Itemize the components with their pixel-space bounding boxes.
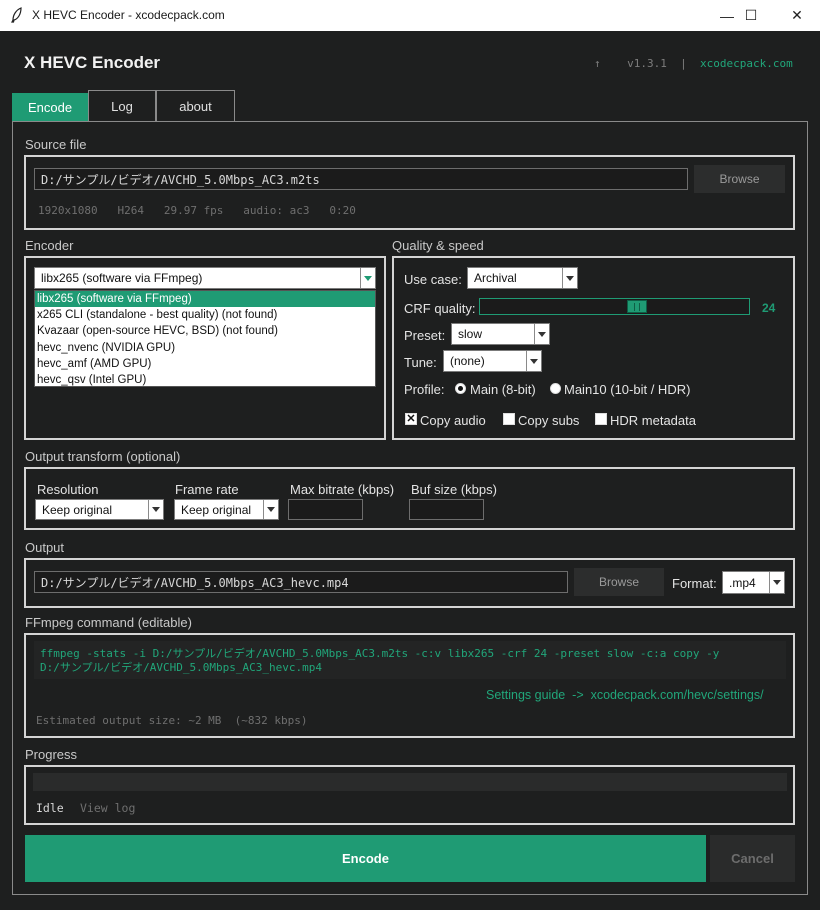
profile-main10-label[interactable]: Main10 (10-bit / HDR) bbox=[564, 382, 690, 397]
window-title-bar[interactable]: X HEVC Encoder - xcodecpack.com — ☐ ✕ bbox=[0, 0, 820, 31]
chevron-down-icon[interactable] bbox=[263, 500, 278, 519]
chevron-down-icon[interactable] bbox=[769, 572, 784, 593]
command-line-2: D:/サンプル/ビデオ/AVCHD_5.0Mbps_AC3_hevc.mp4 bbox=[40, 661, 322, 674]
version-label: v1.3.1 bbox=[627, 57, 667, 70]
chevron-down-icon[interactable] bbox=[562, 268, 577, 288]
profile-main-label[interactable]: Main (8-bit) bbox=[470, 382, 536, 397]
progress-bar bbox=[33, 773, 787, 791]
progress-status: Idle bbox=[36, 801, 64, 815]
update-arrow-icon[interactable]: ↑ bbox=[594, 57, 601, 70]
command-textarea[interactable]: ffmpeg -stats -i D:/サンプル/ビデオ/AVCHD_5.0Mb… bbox=[34, 641, 786, 679]
chevron-down-icon[interactable] bbox=[534, 324, 549, 344]
encoder-dropdown-list[interactable]: libx265 (software via FFmpeg) x265 CLI (… bbox=[34, 290, 376, 387]
version-bar: ↑ v1.3.1 | xcodecpack.com bbox=[594, 57, 793, 70]
use-case-label: Use case: bbox=[404, 272, 462, 287]
max-bitrate-label: Max bitrate (kbps) bbox=[290, 482, 395, 497]
view-log-link[interactable]: View log bbox=[80, 801, 135, 815]
tab-log[interactable]: Log bbox=[88, 90, 156, 121]
preset-value: slow bbox=[458, 327, 483, 341]
tune-select[interactable]: (none) bbox=[443, 350, 542, 372]
copy-subs-label[interactable]: Copy subs bbox=[518, 413, 579, 428]
crf-slider[interactable] bbox=[479, 298, 750, 315]
encoder-option[interactable]: libx265 (software via FFmpeg) bbox=[35, 291, 375, 308]
crf-value: 24 bbox=[762, 301, 776, 315]
progress-label: Progress bbox=[25, 747, 78, 762]
encoder-label: Encoder bbox=[25, 238, 74, 253]
maximize-button[interactable]: ☐ bbox=[728, 0, 774, 31]
chevron-down-icon[interactable] bbox=[526, 351, 541, 371]
hdr-metadata-label[interactable]: HDR metadata bbox=[610, 413, 696, 428]
crf-label: CRF quality: bbox=[404, 301, 476, 316]
output-label: Output bbox=[25, 540, 65, 555]
settings-guide-link[interactable]: Settings guide -> xcodecpack.com/hevc/se… bbox=[486, 688, 764, 702]
command-line-1: ffmpeg -stats -i D:/サンプル/ビデオ/AVCHD_5.0Mb… bbox=[40, 647, 720, 660]
buf-size-label: Buf size (kbps) bbox=[411, 482, 497, 497]
preset-label: Preset: bbox=[404, 328, 446, 343]
encoder-option[interactable]: Kvazaar (open-source HEVC, BSD) (not fou… bbox=[35, 323, 375, 339]
source-path-input[interactable]: D:/サンプル/ビデオ/AVCHD_5.0Mbps_AC3.m2ts bbox=[34, 168, 688, 190]
separator: | bbox=[680, 57, 687, 70]
use-case-value: Archival bbox=[474, 271, 517, 285]
site-link[interactable]: xcodecpack.com bbox=[700, 57, 793, 70]
command-label: FFmpeg command (editable) bbox=[25, 615, 192, 630]
window-title: X HEVC Encoder - xcodecpack.com bbox=[32, 8, 225, 22]
preset-select[interactable]: slow bbox=[451, 323, 550, 345]
app-title: X HEVC Encoder bbox=[24, 53, 161, 72]
profile-main-radio[interactable] bbox=[455, 383, 466, 394]
source-info: 1920x1080 H264 29.97 fps audio: ac3 0:20 bbox=[38, 204, 356, 217]
source-browse-button[interactable]: Browse bbox=[694, 165, 785, 193]
transform-label: Output transform (optional) bbox=[25, 449, 181, 464]
tab-about[interactable]: about bbox=[156, 90, 235, 121]
max-bitrate-input[interactable] bbox=[288, 499, 363, 520]
tune-value: (none) bbox=[450, 354, 485, 368]
source-file-group bbox=[24, 155, 795, 230]
estimated-size: Estimated output size: ~2 MB (~832 kbps) bbox=[36, 714, 308, 727]
format-select[interactable]: .mp4 bbox=[722, 571, 785, 594]
copy-audio-checkbox[interactable]: ✕ bbox=[405, 413, 417, 425]
framerate-select[interactable]: Keep original bbox=[174, 499, 279, 520]
encoder-selected: libx265 (software via FFmpeg) bbox=[41, 271, 203, 285]
profile-main10-radio[interactable] bbox=[550, 383, 561, 394]
encoder-option[interactable]: hevc_nvenc (NVIDIA GPU) bbox=[35, 340, 375, 356]
hdr-metadata-checkbox[interactable] bbox=[595, 413, 607, 425]
encode-button[interactable]: Encode bbox=[25, 835, 706, 882]
chevron-down-icon[interactable] bbox=[148, 500, 163, 519]
output-path-input[interactable]: D:/サンプル/ビデオ/AVCHD_5.0Mbps_AC3_hevc.mp4 bbox=[34, 571, 568, 593]
encoder-option[interactable]: x265 CLI (standalone - best quality) (no… bbox=[35, 307, 375, 323]
output-browse-button[interactable]: Browse bbox=[574, 568, 664, 596]
feather-icon bbox=[11, 7, 22, 23]
cancel-button[interactable]: Cancel bbox=[710, 835, 795, 882]
quality-label: Quality & speed bbox=[392, 238, 484, 253]
resolution-value: Keep original bbox=[42, 502, 113, 517]
source-file-label: Source file bbox=[25, 137, 87, 152]
format-label: Format: bbox=[672, 576, 717, 591]
encoder-option[interactable]: hevc_qsv (Intel GPU) bbox=[35, 372, 375, 388]
copy-subs-checkbox[interactable] bbox=[503, 413, 515, 425]
close-button[interactable]: ✕ bbox=[774, 0, 820, 31]
framerate-value: Keep original bbox=[181, 502, 252, 517]
copy-audio-label[interactable]: Copy audio bbox=[420, 413, 486, 428]
tab-encode[interactable]: Encode bbox=[12, 93, 88, 121]
profile-label: Profile: bbox=[404, 382, 445, 397]
encoder-select[interactable]: libx265 (software via FFmpeg) bbox=[34, 267, 376, 289]
format-value: .mp4 bbox=[729, 575, 756, 590]
buf-size-input[interactable] bbox=[409, 499, 484, 520]
framerate-label: Frame rate bbox=[175, 482, 239, 497]
crf-slider-thumb[interactable] bbox=[627, 300, 647, 313]
resolution-select[interactable]: Keep original bbox=[35, 499, 164, 520]
tune-label: Tune: bbox=[404, 355, 437, 370]
use-case-select[interactable]: Archival bbox=[467, 267, 578, 289]
resolution-label: Resolution bbox=[37, 482, 99, 497]
chevron-down-icon[interactable] bbox=[360, 268, 375, 288]
encoder-option[interactable]: hevc_amf (AMD GPU) bbox=[35, 356, 375, 372]
